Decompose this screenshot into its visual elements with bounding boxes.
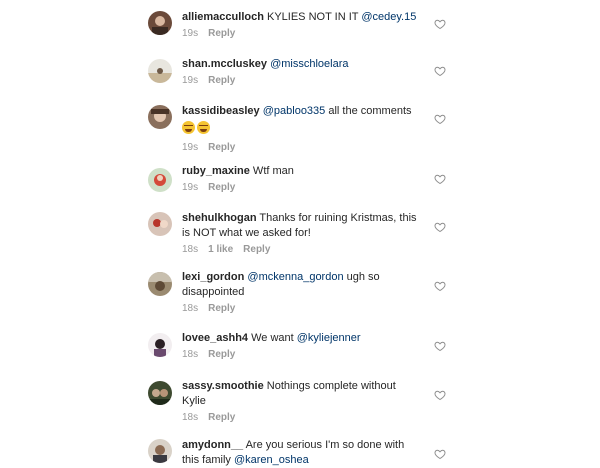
comment-timestamp: 18s (182, 244, 199, 255)
comment-timestamp: 18s (182, 412, 199, 423)
comment-username[interactable]: sassy.smoothie (182, 380, 264, 392)
comment-username[interactable]: kassidibeasley (182, 105, 260, 117)
heart-outline-icon[interactable] (434, 280, 446, 292)
avatar[interactable] (148, 333, 172, 357)
comment-meta: 19s Reply (182, 181, 422, 195)
comment-body: sassy.smoothie Nothings complete without… (182, 379, 422, 425)
reply-button[interactable]: Reply (208, 182, 235, 193)
heart-outline-icon[interactable] (434, 340, 446, 352)
avatar[interactable] (148, 272, 172, 296)
comment-mention[interactable]: @kyliejenner (297, 332, 361, 344)
avatar[interactable] (148, 105, 172, 129)
comment-timestamp: 18s (182, 303, 199, 314)
comment-username[interactable]: lexi_gordon (182, 271, 244, 283)
comment-timestamp: 18s (182, 349, 199, 360)
reply-button[interactable]: Reply (208, 142, 235, 153)
comment-timestamp: 19s (182, 28, 199, 39)
comment-timestamp: 19s (182, 142, 199, 153)
comment-meta: 19s Reply (182, 27, 422, 41)
comment-username[interactable]: alliemacculloch (182, 11, 264, 23)
comment-text: all the comments (325, 105, 412, 117)
reply-button[interactable]: Reply (243, 244, 270, 255)
heart-outline-icon[interactable] (434, 448, 446, 460)
avatar[interactable] (148, 11, 172, 35)
comment-meta: 18s Reply (182, 302, 422, 316)
avatar[interactable] (148, 168, 172, 192)
reply-button[interactable]: Reply (208, 349, 235, 360)
comment-meta: 19s Reply (182, 141, 422, 155)
avatar[interactable] (148, 59, 172, 83)
reply-button[interactable]: Reply (208, 28, 235, 39)
comment-body: shan.mccluskey @misschloelara 19s Reply (182, 57, 422, 88)
heart-outline-icon[interactable] (434, 18, 446, 30)
comment-body: shehulkhogan Thanks for ruining Kristmas… (182, 211, 422, 257)
avatar[interactable] (148, 381, 172, 405)
comment-mention[interactable]: @pabloo335 (263, 105, 326, 117)
comment-text: We want (248, 332, 297, 344)
comment-body: ruby_maxine Wtf man 19s Reply (182, 164, 422, 195)
comment-meta: 18s 1 like Reply (182, 243, 422, 257)
comment-mention[interactable]: @mckenna_gordon (247, 271, 343, 283)
comment-meta: 19s Reply (182, 74, 422, 88)
comment-body: amydonn__ Are you serious I'm so done wi… (182, 438, 422, 468)
comment-meta: 18s Reply (182, 348, 422, 362)
comment-text: Wtf man (249, 165, 294, 177)
reply-button[interactable]: Reply (208, 303, 235, 314)
comment-username[interactable]: shehulkhogan (182, 212, 257, 224)
tears-of-joy-emoji-icon (182, 121, 195, 134)
avatar[interactable] (148, 439, 172, 463)
comment-mention[interactable]: @cedey.15 (361, 11, 416, 23)
comment-username[interactable]: lovee_ashh4 (182, 332, 248, 344)
comment-mention[interactable]: @misschloelara (270, 58, 348, 70)
tears-of-joy-emoji-icon (197, 121, 210, 134)
comment-text: KYLIES NOT IN IT (263, 11, 362, 23)
heart-outline-icon[interactable] (434, 173, 446, 185)
comment-timestamp: 19s (182, 75, 199, 86)
comment-mention[interactable]: @karen_oshea (234, 454, 309, 466)
avatar[interactable] (148, 212, 172, 236)
emoji-row (182, 121, 422, 137)
comment-meta: 18s Reply (182, 411, 422, 425)
reply-button[interactable]: Reply (208, 75, 235, 86)
comment-username[interactable]: ruby_maxine (182, 165, 250, 177)
heart-outline-icon[interactable] (434, 221, 446, 233)
heart-outline-icon[interactable] (434, 389, 446, 401)
comment-body: alliemacculloch KYLIES NOT IN IT @cedey.… (182, 10, 422, 41)
reply-button[interactable]: Reply (208, 412, 235, 423)
comment-username[interactable]: shan.mccluskey (182, 58, 267, 70)
like-count[interactable]: 1 like (208, 244, 233, 255)
heart-outline-icon[interactable] (434, 113, 446, 125)
heart-outline-icon[interactable] (434, 65, 446, 77)
comment-body: lovee_ashh4 We want @kyliejenner 18s Repl… (182, 331, 422, 362)
comment-username[interactable]: amydonn__ (182, 439, 243, 451)
comment-timestamp: 19s (182, 182, 199, 193)
comment-body: lexi_gordon @mckenna_gordon ugh so disap… (182, 270, 422, 316)
comment-body: kassidibeasley @pabloo335 all the commen… (182, 104, 422, 155)
